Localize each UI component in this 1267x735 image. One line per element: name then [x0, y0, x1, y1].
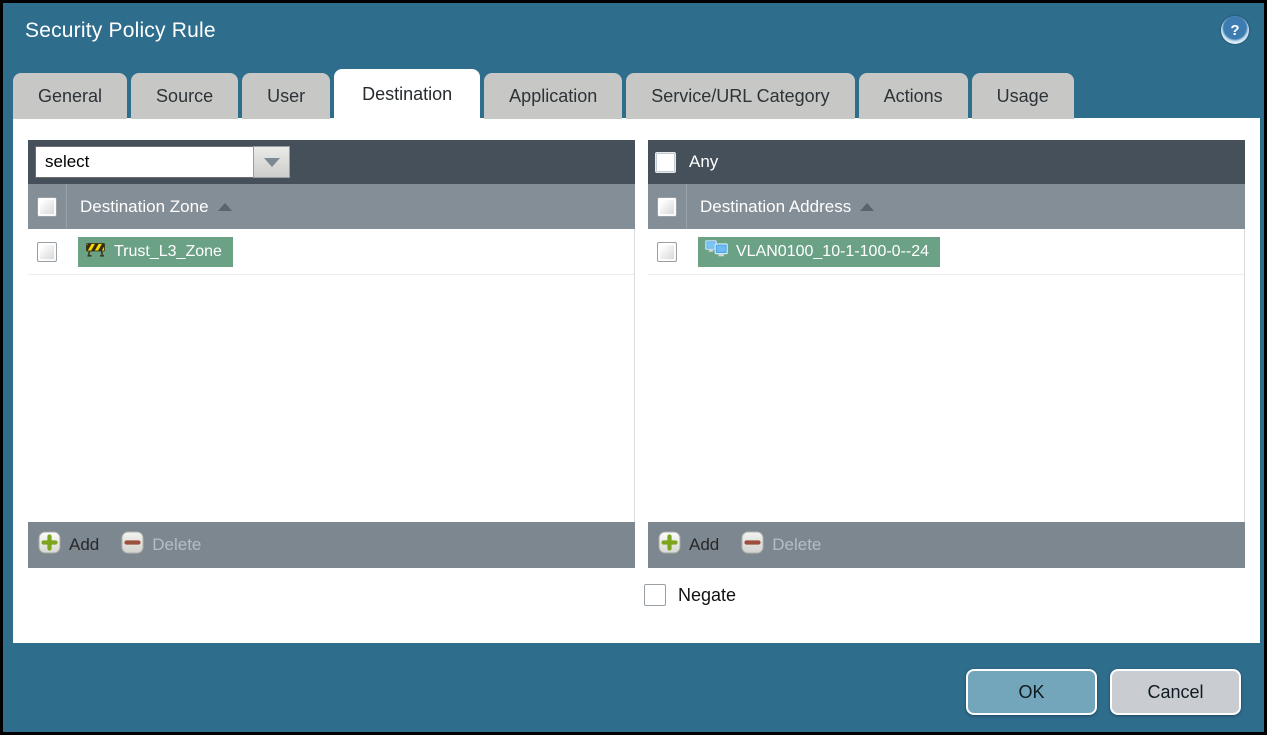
tab-user[interactable]: User [242, 73, 331, 119]
tab-actions[interactable]: Actions [858, 73, 968, 119]
tab-application[interactable]: Application [484, 73, 623, 119]
add-plus-icon [658, 531, 681, 559]
destination-tab-content: select Destination Zone Trust_L3_Zone Ad… [13, 118, 1260, 643]
negate-label: Negate [678, 584, 737, 605]
table-row[interactable]: VLAN0100_10-1-100-0--24 [648, 229, 1244, 275]
zone-toolbar: select [28, 140, 635, 184]
tab-bar: General Source User Destination Applicat… [13, 69, 1074, 119]
delete-button-label: Delete [152, 535, 202, 554]
zone-column-header-row: Destination Zone [28, 184, 635, 229]
address-list: VLAN0100_10-1-100-0--24 [648, 229, 1245, 522]
zone-barricade-icon [85, 241, 106, 262]
help-icon[interactable]: ? [1221, 16, 1249, 44]
zone-chip-label: Trust_L3_Zone [114, 242, 222, 260]
address-select-all-checkbox[interactable] [657, 196, 677, 217]
tab-general[interactable]: General [13, 73, 128, 119]
zone-select-dropdown[interactable]: select [35, 146, 290, 178]
zone-row-checkbox[interactable] [37, 241, 57, 262]
add-zone-button[interactable]: Add [38, 531, 99, 559]
address-footer-toolbar: Add Delete [648, 522, 1245, 568]
sort-ascending-icon[interactable] [217, 202, 232, 211]
negate-checkbox[interactable] [644, 584, 666, 606]
address-chip-label: VLAN0100_10-1-100-0--24 [736, 242, 930, 260]
zone-column-header: Destination Zone [80, 196, 209, 216]
delete-address-button[interactable]: Delete [741, 531, 821, 559]
cancel-button[interactable]: Cancel [1110, 669, 1241, 715]
ok-button[interactable]: OK [966, 669, 1097, 715]
table-row[interactable]: Trust_L3_Zone [28, 229, 634, 275]
address-column-header: Destination Address [700, 196, 852, 216]
delete-button-label: Delete [772, 535, 822, 554]
add-plus-icon [38, 531, 61, 559]
delete-minus-icon [741, 531, 764, 559]
tab-service-url-category[interactable]: Service/URL Category [626, 73, 855, 119]
network-hosts-icon [705, 240, 728, 263]
delete-minus-icon [121, 531, 144, 559]
any-label: Any [689, 152, 719, 171]
tab-usage[interactable]: Usage [971, 73, 1074, 119]
security-policy-rule-dialog: Security Policy Rule ? General Source Us… [0, 0, 1267, 735]
address-chip[interactable]: VLAN0100_10-1-100-0--24 [698, 236, 941, 267]
tab-destination[interactable]: Destination [334, 69, 481, 119]
negate-control: Negate [644, 584, 736, 606]
zone-list: Trust_L3_Zone [28, 229, 635, 522]
tab-source[interactable]: Source [131, 73, 239, 119]
sort-ascending-icon[interactable] [860, 202, 875, 211]
header-divider [686, 184, 687, 229]
zone-select-all-checkbox[interactable] [37, 196, 57, 217]
chevron-down-icon [263, 157, 280, 167]
destination-zone-panel: select Destination Zone Trust_L3_Zone Ad… [28, 140, 635, 568]
zone-select-button[interactable] [253, 146, 290, 178]
zone-footer-toolbar: Add Delete [28, 522, 635, 568]
add-button-label: Add [69, 535, 100, 554]
dialog-title: Security Policy Rule [25, 19, 216, 42]
destination-address-panel: Any Destination Address VLAN0100_10-1-10… [648, 140, 1245, 568]
address-column-header-row: Destination Address [648, 184, 1245, 229]
address-toolbar: Any [648, 140, 1245, 184]
header-divider [66, 184, 67, 229]
zone-chip[interactable]: Trust_L3_Zone [78, 236, 233, 267]
address-row-checkbox[interactable] [657, 241, 677, 262]
add-address-button[interactable]: Add [658, 531, 719, 559]
any-checkbox[interactable] [655, 151, 676, 173]
add-button-label: Add [689, 535, 720, 554]
zone-select-value[interactable]: select [35, 146, 253, 178]
delete-zone-button[interactable]: Delete [121, 531, 201, 559]
